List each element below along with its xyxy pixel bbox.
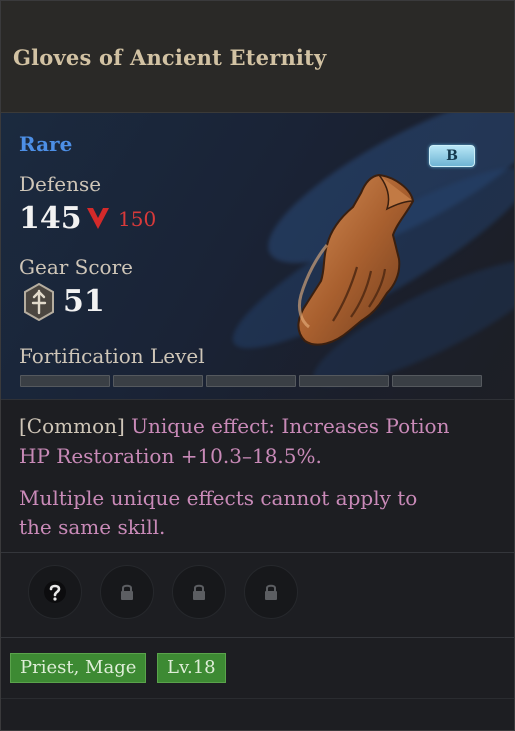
item-effects: [Common] Unique effect: Increases Potion… <box>1 400 514 553</box>
lock-icon <box>265 584 277 600</box>
effect-note-line-1: Multiple unique effects cannot apply to <box>19 486 418 510</box>
gear-score-label: Gear Score <box>19 255 133 279</box>
defense-compare-value: 150 <box>118 207 157 231</box>
effect-note-line-2: the same skill. <box>19 515 166 539</box>
item-summary-panel: Rare B Defense 145 150 Gear Score 51 For… <box>1 113 514 400</box>
grade-badge: B <box>429 145 475 167</box>
unique-effect-text: [Common] Unique effect: Increases Potion <box>19 411 499 441</box>
fortification-label: Fortification Level <box>19 344 205 368</box>
requirements-row: Priest, Mage Lv.18 <box>1 638 514 699</box>
fortification-segment <box>206 375 296 387</box>
socket-slot[interactable] <box>244 565 298 619</box>
socket-slot[interactable] <box>28 565 82 619</box>
fortification-segment <box>20 375 110 387</box>
fortification-segment <box>113 375 203 387</box>
question-icon <box>44 581 66 603</box>
down-arrow-icon <box>87 208 109 229</box>
socket-row <box>1 553 514 638</box>
level-requirement-tag: Lv.18 <box>157 653 226 683</box>
lock-icon <box>121 584 133 600</box>
rarity-label: Rare <box>19 132 73 156</box>
glove-icon <box>297 173 415 346</box>
tooltip-header: Gloves of Ancient Eternity <box>1 1 514 113</box>
fortification-bar <box>20 375 482 387</box>
defense-label: Defense <box>19 172 102 196</box>
item-tooltip: Gloves of Ancient Eternity Rare B Defens… <box>0 0 515 731</box>
class-requirement-tag: Priest, Mage <box>10 653 147 683</box>
fortification-segment <box>299 375 389 387</box>
item-name: Gloves of Ancient Eternity <box>13 45 327 70</box>
fortification-segment <box>392 375 482 387</box>
unique-effect-line-2: HP Restoration +10.3–18.5%. <box>19 444 322 468</box>
socket-slot[interactable] <box>100 565 154 619</box>
defense-value: 145 <box>19 201 82 236</box>
sword-shield-icon <box>24 283 54 321</box>
gear-score-value: 51 <box>63 284 105 319</box>
effect-tier-tag: [Common] <box>19 414 125 438</box>
socket-slot[interactable] <box>172 565 226 619</box>
lock-icon <box>193 584 205 600</box>
unique-effect-line-1: Unique effect: Increases Potion <box>131 414 450 438</box>
